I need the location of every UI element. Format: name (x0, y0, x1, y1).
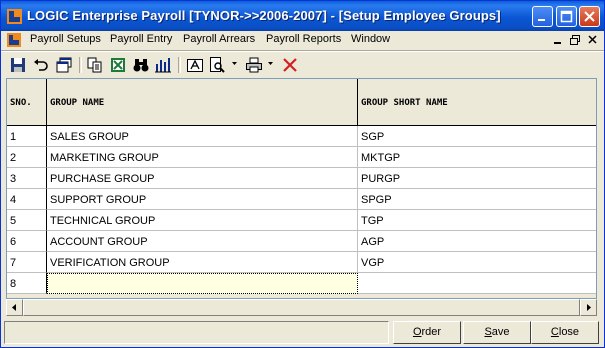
table-row[interactable]: 8 (7, 273, 596, 294)
cell-group-short-name[interactable]: SGP (358, 126, 596, 147)
cell-group-name[interactable]: VERIFICATION GROUP (47, 252, 358, 273)
table-row[interactable]: 2 MARKETING GROUP MKTGP (7, 147, 596, 168)
table-row[interactable]: 1 SALES GROUP SGP (7, 126, 596, 147)
cell-sno[interactable]: 7 (7, 252, 47, 273)
print-preview-icon[interactable] (208, 56, 226, 74)
menu-payroll-entry[interactable]: Payroll Entry (110, 33, 172, 45)
cell-group-name[interactable]: TECHNICAL GROUP (47, 210, 358, 231)
excel-icon[interactable] (109, 56, 127, 74)
close-button[interactable]: Close (531, 321, 599, 344)
status-panel (4, 321, 389, 344)
cell-sno[interactable]: 6 (7, 231, 47, 252)
arrow-left-icon (12, 304, 16, 311)
cell-sno[interactable]: 3 (7, 168, 47, 189)
table-row[interactable]: 4 SUPPORT GROUP SPGP (7, 189, 596, 210)
order-button[interactable]: Order (393, 321, 461, 344)
table-row[interactable]: 5 TECHNICAL GROUP TGP (7, 210, 596, 231)
table-row[interactable]: 6 ACCOUNT GROUP AGP (7, 231, 596, 252)
cell-sno[interactable]: 2 (7, 147, 47, 168)
window-title: LOGIC Enterprise Payroll [TYNOR->>2006-2… (27, 8, 501, 23)
maximize-icon (560, 10, 573, 23)
maximize-button[interactable] (556, 6, 577, 27)
column-header-sno[interactable]: SNO. (7, 79, 47, 126)
employee-groups-grid: SNO. GROUP NAME GROUP SHORT NAME 1 SALES… (6, 78, 597, 299)
cell-group-short-name[interactable]: TGP (358, 210, 596, 231)
cell-group-short-name[interactable]: AGP (358, 231, 596, 252)
scroll-thumb[interactable] (23, 299, 580, 316)
app-logo-icon (7, 9, 22, 24)
cell-group-name[interactable]: ACCOUNT GROUP (47, 231, 358, 252)
cell-sno[interactable]: 8 (7, 273, 47, 294)
copy-icon[interactable] (86, 56, 104, 74)
column-header-group-short-name[interactable]: GROUP SHORT NAME (358, 79, 596, 126)
menu-payroll-reports[interactable]: Payroll Reports (266, 33, 341, 45)
minimize-icon (538, 19, 545, 21)
arrow-right-icon (587, 304, 591, 311)
save-icon[interactable] (9, 56, 27, 74)
cell-group-name[interactable]: SALES GROUP (47, 126, 358, 147)
print-preview-dropdown-icon[interactable] (232, 62, 237, 65)
cell-group-name[interactable]: PURCHASE GROUP (47, 168, 358, 189)
printer-icon[interactable] (245, 56, 263, 74)
close-window-button[interactable] (579, 6, 600, 27)
child-minimize-icon[interactable] (551, 33, 565, 47)
child-close-icon[interactable] (586, 33, 600, 47)
scroll-left-button[interactable] (6, 299, 23, 316)
table-row[interactable]: 3 PURCHASE GROUP PURGP (7, 168, 596, 189)
active-cell-group-name[interactable] (47, 273, 358, 294)
toolbar-separator (79, 57, 82, 73)
grid-empty-area (7, 294, 596, 298)
scroll-right-button[interactable] (580, 299, 597, 316)
cell-group-short-name[interactable] (358, 273, 596, 294)
undo-icon[interactable] (32, 56, 50, 74)
binoculars-icon[interactable] (132, 56, 150, 74)
minimize-button[interactable] (532, 6, 553, 27)
font-icon[interactable] (186, 56, 204, 74)
save-button[interactable]: Save (463, 321, 531, 344)
app-window: LOGIC Enterprise Payroll [TYNOR->>2006-2… (0, 0, 605, 348)
child-restore-icon[interactable] (568, 33, 582, 47)
menu-payroll-setups[interactable]: Payroll Setups (30, 33, 101, 45)
menu-bar: Payroll Setups Payroll Entry Payroll Arr… (1, 31, 604, 49)
window-icon[interactable] (55, 56, 73, 74)
close-icon (584, 11, 595, 22)
menu-payroll-arrears[interactable]: Payroll Arrears (183, 33, 255, 45)
delete-icon[interactable] (281, 56, 299, 74)
cell-group-short-name[interactable]: VGP (358, 252, 596, 273)
cell-group-short-name[interactable]: PURGP (358, 168, 596, 189)
menu-separator (1, 50, 604, 52)
cell-sno[interactable]: 1 (7, 126, 47, 147)
printer-dropdown-icon[interactable] (268, 62, 273, 65)
toolbar-separator (178, 57, 181, 73)
menu-window[interactable]: Window (351, 33, 390, 45)
horizontal-scrollbar[interactable] (6, 299, 597, 316)
chart-icon[interactable] (154, 56, 172, 74)
cell-group-name[interactable]: SUPPORT GROUP (47, 189, 358, 210)
title-bar[interactable]: LOGIC Enterprise Payroll [TYNOR->>2006-2… (1, 1, 604, 31)
cell-sno[interactable]: 5 (7, 210, 47, 231)
table-row[interactable]: 7 VERIFICATION GROUP VGP (7, 252, 596, 273)
cell-group-short-name[interactable]: SPGP (358, 189, 596, 210)
button-bar: Order Save Close (1, 319, 604, 348)
cell-sno[interactable]: 4 (7, 189, 47, 210)
document-logo-icon (7, 33, 21, 47)
column-header-group-name[interactable]: GROUP NAME (47, 79, 358, 126)
toolbar (1, 53, 604, 77)
cell-group-short-name[interactable]: MKTGP (358, 147, 596, 168)
cell-group-name[interactable]: MARKETING GROUP (47, 147, 358, 168)
